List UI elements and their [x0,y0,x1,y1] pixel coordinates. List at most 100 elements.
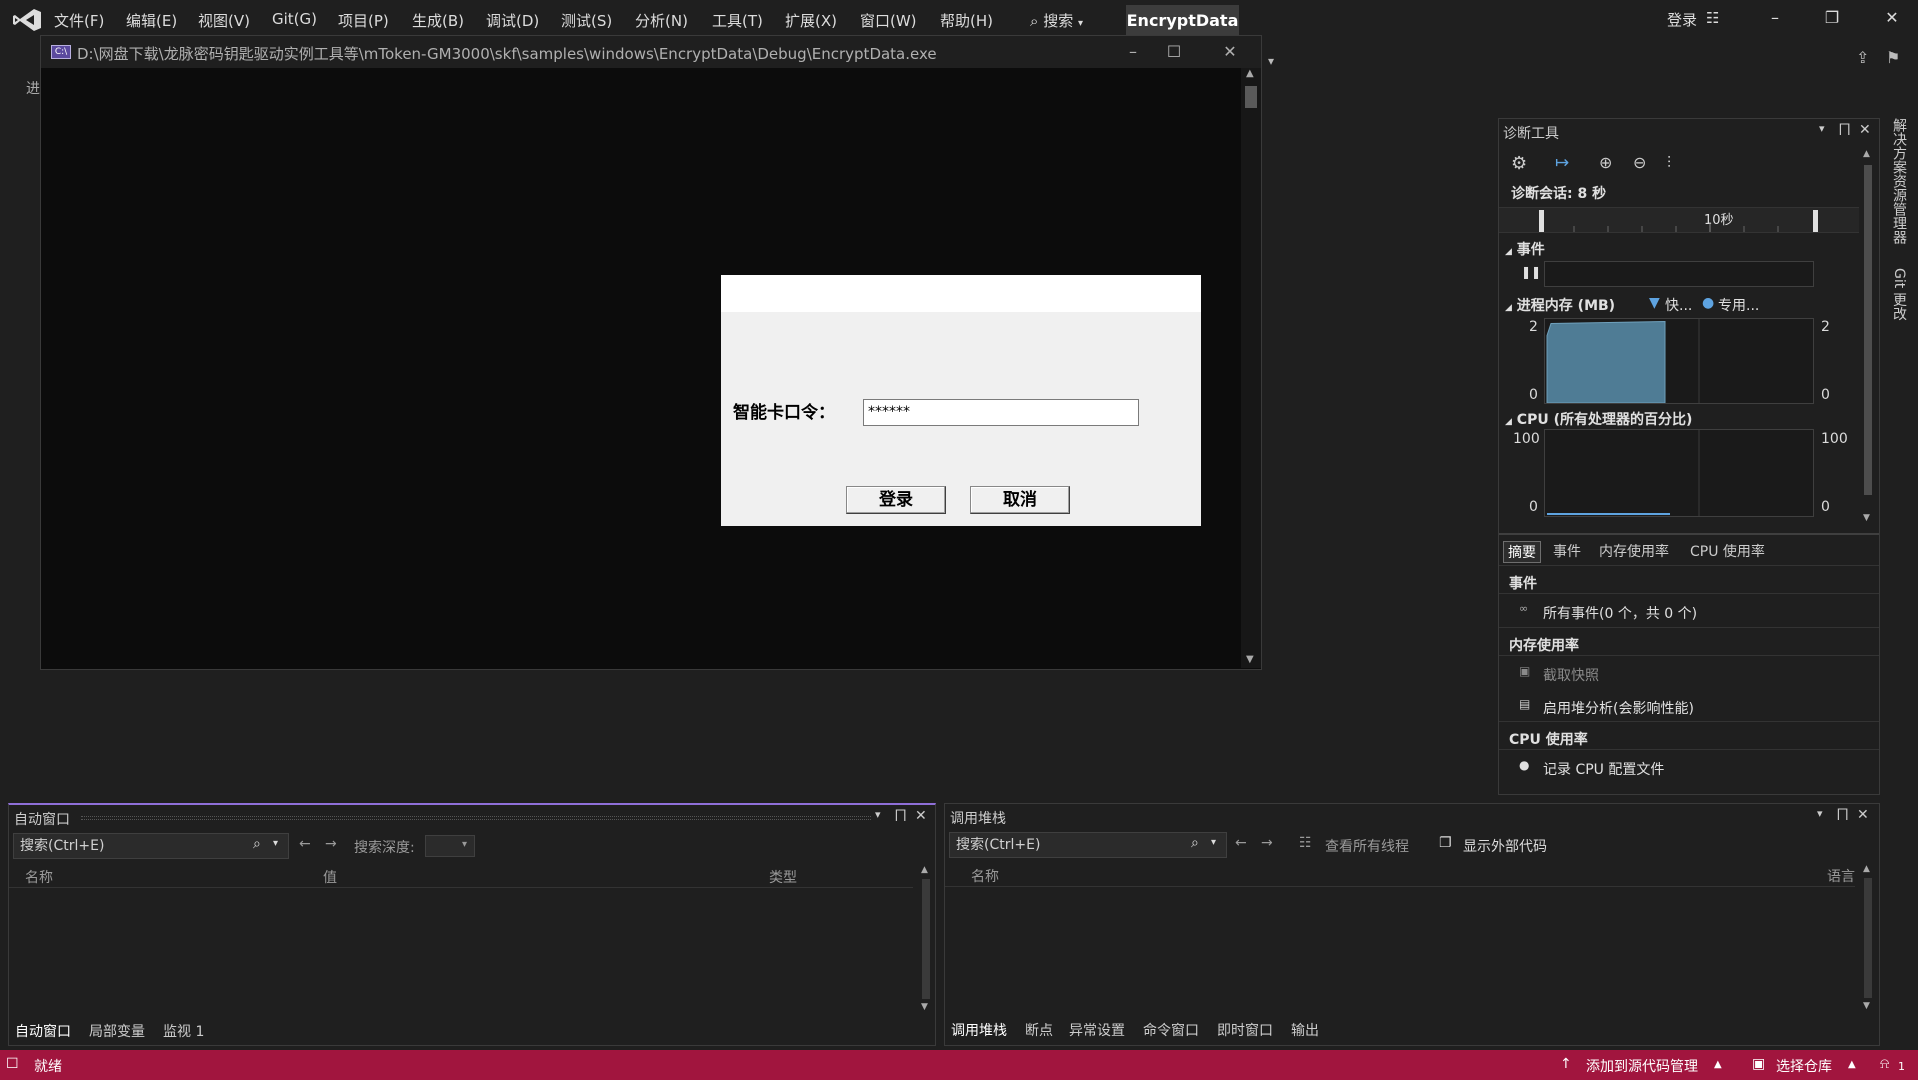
close-panel-icon[interactable]: ✕ [1859,122,1871,138]
tab-breakpoints[interactable]: 断点 [1025,1020,1053,1040]
tab-memory-usage[interactable]: 内存使用率 [1595,541,1673,563]
overflow-chevron-icon[interactable]: ▾ [1268,54,1274,68]
close-panel-icon[interactable]: ✕ [915,808,927,824]
diagnostics-scroll-thumb[interactable] [1864,165,1872,495]
account-icon[interactable]: ☷ [1706,9,1719,27]
view-all-threads-button[interactable]: 查看所有线程 [1325,836,1409,856]
show-external-code-button[interactable]: 显示外部代码 [1463,836,1547,856]
console-scroll-thumb[interactable] [1245,86,1257,108]
menu-help[interactable]: 帮助(H) [940,10,993,31]
close-window-button[interactable]: ✕ [1872,8,1912,32]
tab-locals[interactable]: 局部变量 [89,1021,145,1041]
live-share-icon[interactable]: ⇪ [1856,48,1869,67]
search-icon[interactable]: ⌕ [1191,835,1199,851]
console-maximize-button[interactable]: ☐ [1152,40,1196,64]
take-snapshot-button[interactable]: 截取快照 [1543,665,1599,685]
minimize-button[interactable]: – [1755,8,1795,32]
console-close-button[interactable]: ✕ [1208,40,1252,64]
tab-summary[interactable]: 摘要 [1503,541,1541,563]
console-minimize-button[interactable]: – [1111,40,1155,64]
scroll-up-icon[interactable]: ▲ [1863,149,1870,159]
search-button[interactable]: ⌕ 搜索 ▾ [1030,10,1083,31]
feedback-icon[interactable]: ⚑ [1886,48,1900,67]
chevron-down-icon[interactable]: ▾ [1211,837,1216,848]
menu-build[interactable]: 生成(B) [412,10,464,31]
menu-window[interactable]: 窗口(W) [860,10,917,31]
login-button[interactable]: 登录 [846,486,946,514]
cpu-section-header[interactable]: ◢ CPU (所有处理器的百分比) [1505,409,1692,429]
close-panel-icon[interactable]: ✕ [1857,807,1869,823]
select-repository-button[interactable]: 选择仓库 [1776,1056,1832,1076]
scroll-up-icon[interactable]: ▲ [1863,864,1870,874]
zoom-out-icon[interactable]: ⊖ [1633,153,1646,172]
zoom-in-icon[interactable]: ⊕ [1599,153,1612,172]
record-cpu-profile-button[interactable]: 记录 CPU 配置文件 [1543,759,1664,779]
scroll-up-icon[interactable]: ▲ [1246,68,1254,79]
menu-project[interactable]: 项目(P) [338,10,389,31]
settings-gear-icon[interactable]: ⚙ [1511,153,1527,174]
timeline-ruler[interactable]: 10秒 [1499,207,1859,233]
tab-command-window[interactable]: 命令窗口 [1143,1020,1199,1040]
all-events-link[interactable]: 所有事件(0 个，共 0 个) [1543,603,1697,623]
menu-debug[interactable]: 调试(D) [486,10,539,31]
select-tools-icon[interactable]: ↦ [1555,153,1569,173]
events-section-header[interactable]: ◢ 事件 [1505,239,1545,259]
menu-tools[interactable]: 工具(T) [712,10,763,31]
autos-search-input[interactable]: 搜索(Ctrl+E) [13,833,289,859]
menu-edit[interactable]: 编辑(E) [126,10,177,31]
tab-events[interactable]: 事件 [1549,541,1585,563]
column-header-name[interactable]: 名称 [25,867,53,887]
tab-watch-1[interactable]: 监视 1 [163,1021,204,1041]
menu-extensions[interactable]: 扩展(X) [785,10,837,31]
autos-scroll-thumb[interactable] [922,879,930,999]
tab-autos[interactable]: 自动窗口 [15,1021,71,1041]
diagnostics-splitter[interactable] [1499,533,1879,535]
scroll-down-icon[interactable]: ▼ [1863,1001,1870,1011]
back-arrow-icon[interactable]: ← [1235,835,1247,851]
column-header-language[interactable]: 语言 [1827,866,1855,886]
scroll-down-icon[interactable]: ▼ [1246,654,1254,665]
visual-studio-logo-icon[interactable] [12,8,42,32]
sign-in-link[interactable]: 登录 [1667,9,1697,30]
restore-button[interactable]: ❐ [1812,8,1852,32]
panel-dropdown-icon[interactable]: ▾ [1819,122,1825,135]
solution-explorer-tab[interactable]: 解决方案资源管理器 [1889,118,1909,244]
console-title-bar[interactable]: C:\ D:\网盘下载\龙脉密码钥匙驱动实例工具等\mToken-GM3000\… [41,36,1261,68]
panel-dropdown-icon[interactable]: ▾ [1817,807,1823,820]
memory-section-header[interactable]: ◢ 进程内存 (MB) [1505,295,1615,315]
column-header-name[interactable]: 名称 [971,866,999,886]
pin-icon[interactable]: ⨅ [1837,807,1848,823]
scroll-up-icon[interactable]: ▲ [921,865,928,875]
enable-heap-profiling-link[interactable]: 启用堆分析(会影响性能) [1543,698,1694,718]
forward-arrow-icon[interactable]: → [325,836,337,852]
call-stack-scrollbar[interactable]: ▲ ▼ [1861,864,1875,1014]
git-changes-tab[interactable]: Git 更改 [1889,268,1909,321]
menu-analyze[interactable]: 分析(N) [635,10,688,31]
console-scrollbar[interactable]: ▲ ▼ [1241,68,1261,668]
reset-view-icon[interactable]: ⫶ [1667,153,1671,173]
tab-cpu-usage[interactable]: CPU 使用率 [1686,541,1769,563]
menu-file[interactable]: 文件(F) [54,10,104,31]
pin-icon[interactable]: ⨅ [895,808,906,824]
tab-exception-settings[interactable]: 异常设置 [1069,1020,1125,1040]
back-arrow-icon[interactable]: ← [299,836,311,852]
call-stack-search-input[interactable]: 搜索(Ctrl+E) [949,832,1227,858]
pin-icon[interactable]: ⨅ [1839,122,1850,138]
pin-input[interactable]: ****** [863,399,1139,426]
search-depth-select[interactable]: ▾ [425,835,475,857]
menu-test[interactable]: 测试(S) [561,10,612,31]
panel-dropdown-icon[interactable]: ▾ [875,808,881,821]
notifications-bell-icon[interactable]: ⍾ [1880,1056,1889,1072]
forward-arrow-icon[interactable]: → [1261,835,1273,851]
scroll-down-icon[interactable]: ▼ [1863,513,1870,523]
tab-call-stack[interactable]: 调用堆栈 [951,1020,1007,1040]
column-header-value[interactable]: 值 [323,867,337,887]
pause-icon[interactable]: ❚❚ [1521,265,1541,279]
scroll-down-icon[interactable]: ▼ [921,1002,928,1012]
menu-view[interactable]: 视图(V) [198,10,250,31]
tab-immediate-window[interactable]: 即时窗口 [1217,1020,1273,1040]
tab-output[interactable]: 输出 [1291,1020,1319,1040]
autos-scrollbar[interactable]: ▲ ▼ [919,865,933,1015]
cancel-button[interactable]: 取消 [970,486,1070,514]
add-to-source-control-button[interactable]: 添加到源代码管理 [1586,1056,1698,1076]
